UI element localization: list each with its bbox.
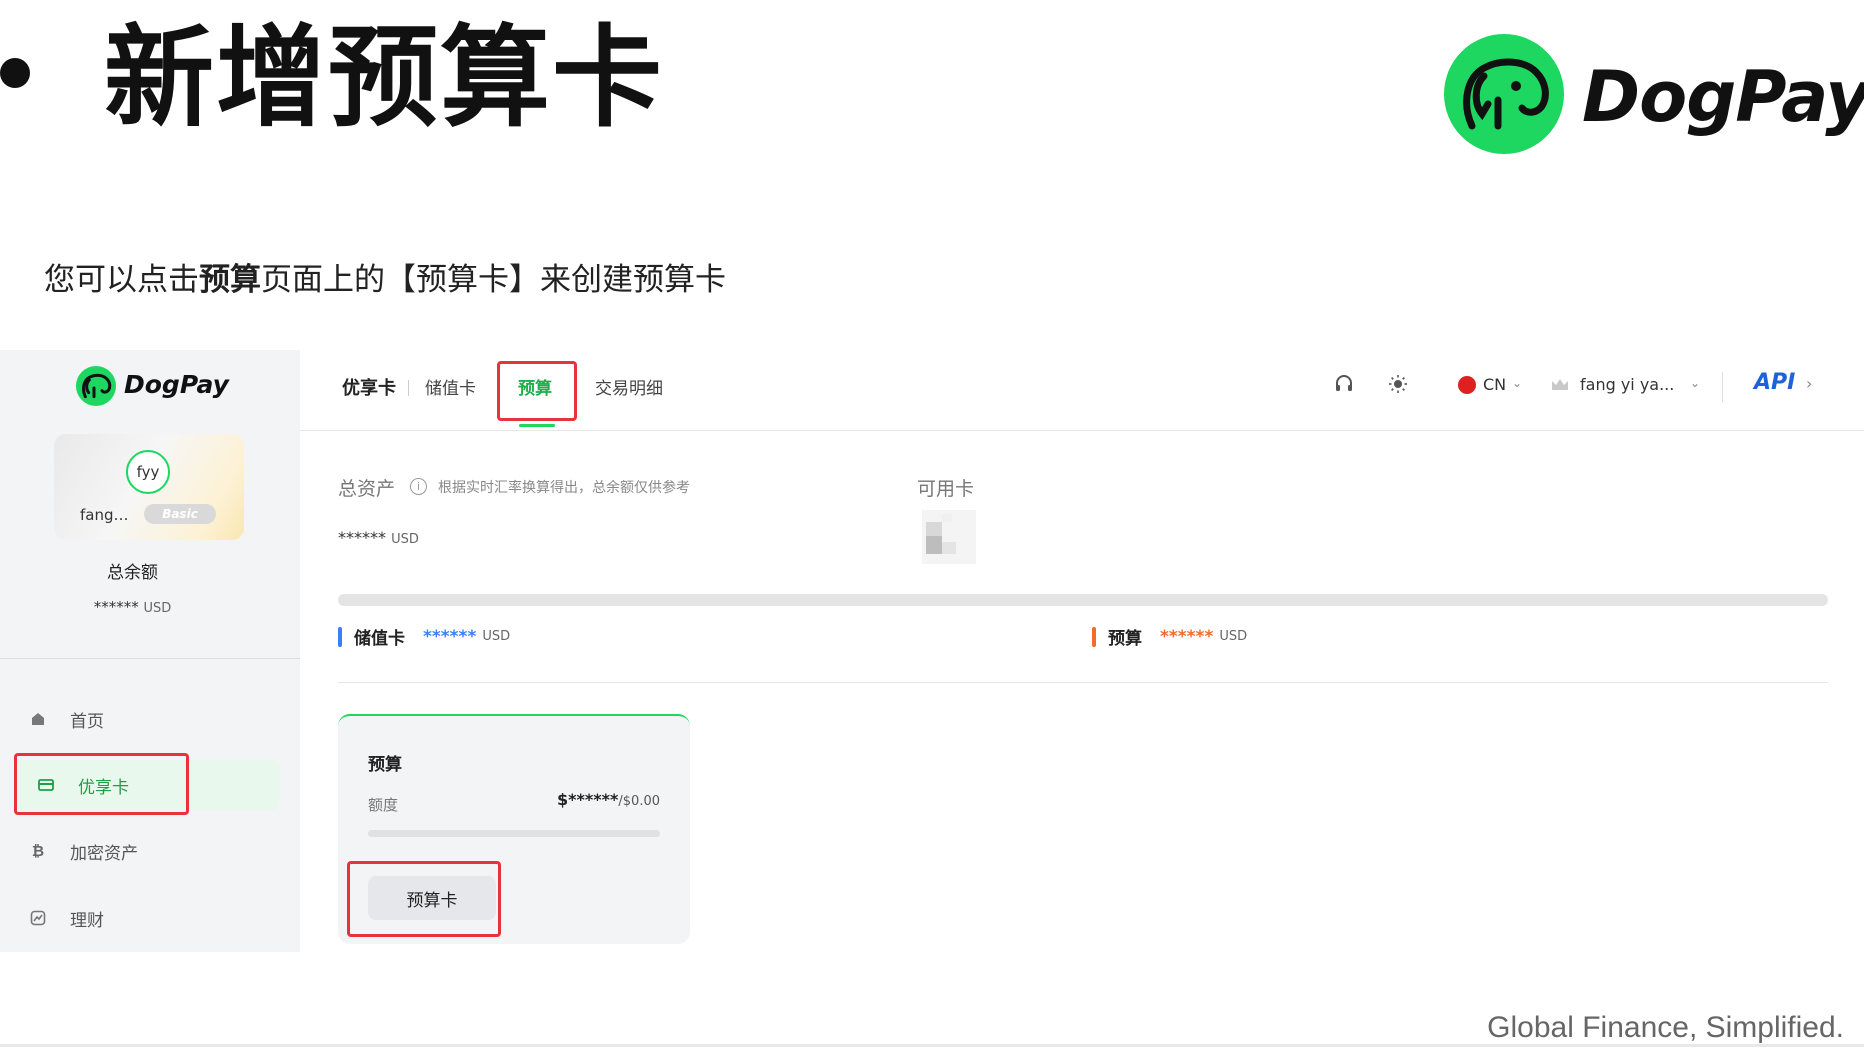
intro-text: 您可以点击预算页面上的【预算卡】来创建预算卡 bbox=[44, 262, 726, 298]
sidebar-item-label: 理财 bbox=[70, 910, 104, 931]
sidebar-item-label: 加密资产 bbox=[70, 843, 138, 864]
budget-unit: USD bbox=[1219, 629, 1248, 644]
budget-card-panel: 预算 额度 $******/$0.00 预算卡 bbox=[338, 714, 690, 944]
sidebar-item-finance[interactable]: 理财 bbox=[28, 893, 280, 943]
stored-card-color-marker bbox=[338, 626, 342, 647]
sidebar-brand: DogPay bbox=[124, 370, 229, 399]
tab-stored-value-card[interactable]: 储值卡 bbox=[425, 374, 476, 399]
tab-budget[interactable]: 预算 bbox=[518, 374, 552, 399]
slide-tagline: Global Finance, Simplified. bbox=[1487, 1011, 1844, 1044]
tab-premium-card[interactable]: 优享卡 bbox=[342, 374, 396, 400]
stored-card-value: ****** bbox=[423, 626, 477, 647]
budget-value: ****** bbox=[1160, 626, 1214, 647]
total-balance-label: 总余额 bbox=[107, 563, 158, 583]
stored-card-unit: USD bbox=[482, 629, 511, 644]
tier-badge: Basic bbox=[144, 504, 216, 524]
stored-card-legend: 储值卡 ****** USD bbox=[338, 624, 510, 649]
chevron-down-icon[interactable]: ⌄ bbox=[1690, 376, 1700, 390]
sidebar-item-label: 首页 bbox=[70, 711, 104, 732]
budget-usage-bar bbox=[368, 830, 660, 837]
theme-sun-icon[interactable] bbox=[1388, 374, 1408, 399]
api-link[interactable]: API bbox=[1754, 370, 1795, 395]
sidebar-item-label: 优享卡 bbox=[78, 777, 129, 798]
budget-amount: $******/$0.00 bbox=[557, 790, 660, 809]
stored-card-label: 储值卡 bbox=[354, 629, 405, 649]
total-balance-value: ****** USD bbox=[93, 598, 172, 616]
budget-label: 预算 bbox=[1108, 629, 1142, 649]
crown-icon bbox=[1550, 376, 1570, 399]
slide-title: 新增预算卡 bbox=[104, 13, 664, 142]
budget-color-marker bbox=[1092, 626, 1096, 647]
tab-transactions[interactable]: 交易明细 bbox=[595, 374, 663, 399]
budget-card-button[interactable]: 预算卡 bbox=[368, 876, 496, 920]
dog-logo-icon bbox=[1444, 34, 1564, 154]
active-tab-indicator bbox=[519, 424, 555, 427]
main-panel: 优享卡 储值卡 预算 交易明细 CN ⌄ fang yi ya... ⌄ API… bbox=[300, 350, 1864, 952]
balance-distribution-bar bbox=[338, 594, 1828, 606]
sidebar-item-premium-card[interactable]: 优享卡 bbox=[14, 760, 280, 810]
brand-wordmark: DogPay bbox=[1582, 56, 1864, 138]
sidebar-item-home[interactable]: 首页 bbox=[28, 694, 280, 744]
budget-limit-label: 额度 bbox=[368, 796, 399, 814]
user-name: fang… bbox=[80, 506, 129, 524]
home-icon bbox=[28, 709, 48, 729]
topbar-divider bbox=[1722, 372, 1723, 402]
finance-icon bbox=[28, 908, 48, 928]
chevron-right-icon[interactable]: › bbox=[1806, 374, 1812, 393]
top-nav: 优享卡 储值卡 预算 交易明细 CN ⌄ fang yi ya... ⌄ API… bbox=[300, 350, 1864, 431]
chevron-down-icon[interactable]: ⌄ bbox=[1512, 376, 1522, 390]
china-flag-icon bbox=[1458, 376, 1476, 394]
tab-separator bbox=[408, 380, 409, 396]
dog-logo-icon bbox=[76, 366, 116, 406]
available-cards-label: 可用卡 bbox=[917, 478, 975, 500]
bitcoin-icon: ₿ bbox=[31, 842, 45, 860]
headset-icon[interactable] bbox=[1334, 374, 1354, 399]
blurred-card-thumbnail bbox=[922, 510, 976, 564]
bullet-point bbox=[0, 58, 30, 88]
membership-card[interactable]: fyy fang… Basic bbox=[54, 434, 244, 540]
sidebar-divider bbox=[0, 658, 300, 659]
total-assets-label: 总资产 bbox=[338, 478, 396, 500]
language-selector[interactable]: CN bbox=[1483, 375, 1506, 394]
sidebar-item-crypto[interactable]: ₿ 加密资产 bbox=[28, 826, 280, 876]
dogpay-logo: DogPay bbox=[1444, 34, 1864, 158]
sidebar: DogPay fyy fang… Basic 总余额 ****** USD 首页… bbox=[0, 350, 300, 952]
app-screenshot: DogPay fyy fang… Basic 总余额 ****** USD 首页… bbox=[0, 350, 1864, 952]
avatar: fyy bbox=[126, 450, 170, 494]
budget-legend: 预算 ****** USD bbox=[1092, 624, 1247, 649]
total-assets-note: 根据实时汇率换算得出，总余额仅供参考 bbox=[438, 480, 690, 496]
budget-card-title: 预算 bbox=[368, 755, 402, 775]
user-menu[interactable]: fang yi ya... bbox=[1580, 375, 1674, 394]
bottom-rule bbox=[0, 1044, 1864, 1047]
info-icon[interactable]: i bbox=[410, 478, 427, 495]
total-assets-value: ****** USD bbox=[338, 528, 419, 547]
card-icon bbox=[36, 775, 56, 795]
content-divider bbox=[338, 682, 1828, 683]
